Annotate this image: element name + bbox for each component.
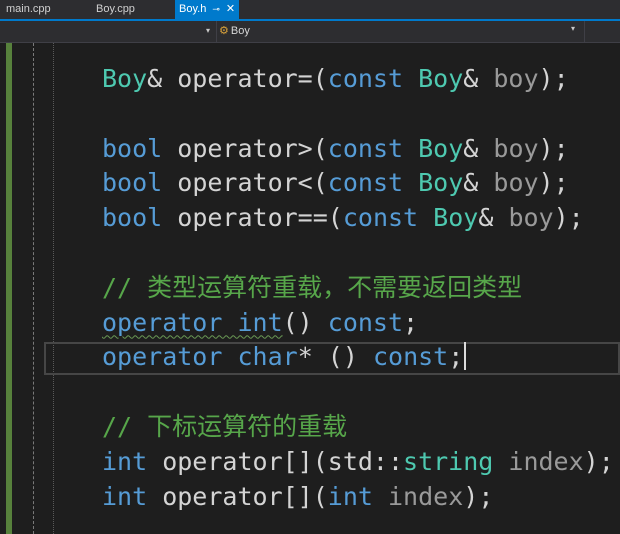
code-token: & <box>478 203 509 233</box>
code-token: int <box>327 481 373 511</box>
chevron-down-icon[interactable]: ▾ <box>571 24 575 33</box>
text-caret <box>464 342 467 371</box>
outlining-margin <box>33 43 34 534</box>
code-token: () <box>282 307 328 337</box>
code-token: ); <box>538 64 569 93</box>
code-line[interactable]: // 下标运算符的重载 <box>102 410 614 445</box>
code-token: bool <box>102 168 163 198</box>
code-token: Boy <box>433 203 479 233</box>
code-token: Boy <box>418 133 464 163</box>
code-line[interactable]: operator char* () const; <box>102 340 614 375</box>
code-token: operator<( <box>162 168 328 198</box>
tab-main-cpp[interactable]: main.cpp <box>6 0 51 19</box>
tab-label: Boy.cpp <box>96 3 135 15</box>
tab-label: Boy.h <box>179 3 207 15</box>
indent-guide <box>53 43 54 534</box>
class-icon: ⚙ <box>219 25 229 37</box>
code-token: const <box>342 203 419 233</box>
code-line[interactable] <box>102 236 614 271</box>
project-dropdown[interactable]: ▾ <box>0 23 214 40</box>
code-token: // 类型运算符重载，不需要返回类型 <box>102 272 523 302</box>
code-token: const <box>327 133 404 163</box>
scope-label: Boy <box>230 25 250 37</box>
code-line[interactable]: bool operator>(const Boy& boy); <box>102 132 614 167</box>
tab-boy-cpp[interactable]: Boy.cpp <box>96 0 135 19</box>
code-token: operator[](std:: <box>147 446 404 476</box>
code-line[interactable]: Boy& operator=(const Boy& boy); <box>102 62 614 97</box>
code-token: operator==( <box>162 203 343 233</box>
code-token: ); <box>463 481 494 511</box>
code-token: const <box>327 168 404 198</box>
code-token: ); <box>553 203 584 233</box>
code-token: operator>( <box>162 133 328 163</box>
code-token: int <box>102 481 148 511</box>
code-token: operator int <box>102 307 283 337</box>
chevron-down-icon: ▾ <box>206 26 211 35</box>
code-token: ; <box>448 342 464 372</box>
code-editor[interactable]: Boy& operator=(const Boy& boy); bool oper… <box>102 62 614 514</box>
code-token: string <box>403 446 494 476</box>
code-token: const <box>372 342 449 372</box>
code-line[interactable] <box>102 97 614 132</box>
code-token: * () <box>297 342 373 372</box>
code-line[interactable]: bool operator<(const Boy& boy); <box>102 166 614 201</box>
code-token: const <box>327 307 404 337</box>
code-token: operator <box>102 342 223 372</box>
code-token: // 下标运算符的重载 <box>102 411 348 441</box>
code-token: index <box>508 446 584 476</box>
code-token: ); <box>538 133 569 163</box>
code-token: Boy <box>418 64 464 93</box>
divider <box>584 21 585 42</box>
code-token: bool <box>102 203 163 233</box>
code-token: index <box>388 481 464 511</box>
code-line[interactable]: operator int() const; <box>102 306 614 341</box>
code-token: const <box>327 64 404 93</box>
code-line[interactable]: int operator[](std::string index); <box>102 445 614 480</box>
code-token: Boy <box>418 168 464 198</box>
code-line[interactable]: bool operator==(const Boy& boy); <box>102 201 614 236</box>
change-tracking-bar <box>6 43 12 534</box>
code-token: & <box>463 168 494 198</box>
code-line[interactable]: // 类型运算符重载，不需要返回类型 <box>102 271 614 306</box>
code-token: & <box>463 133 494 163</box>
code-token: ); <box>583 446 614 476</box>
code-token: boy <box>493 64 539 93</box>
code-token: Boy <box>102 64 148 93</box>
pin-icon[interactable]: ⊸ <box>212 4 220 14</box>
tab-boy-h[interactable]: Boy.h ⊸ ✕ <box>175 0 240 19</box>
code-token: ; <box>403 307 419 337</box>
code-token: ); <box>538 168 569 198</box>
scope-dropdown[interactable]: ⚙ Boy <box>219 23 250 40</box>
code-token: operator[]( <box>147 481 328 511</box>
code-line[interactable] <box>102 375 614 410</box>
close-icon[interactable]: ✕ <box>226 3 235 15</box>
navigation-bar: ▾ ⚙ Boy ▾ <box>0 21 620 43</box>
code-line[interactable]: int operator[](int index); <box>102 480 614 515</box>
code-token: & operator=( <box>147 64 328 93</box>
code-token: boy <box>493 133 539 163</box>
code-token: boy <box>493 168 539 198</box>
divider <box>216 21 217 42</box>
tab-label: main.cpp <box>6 3 51 15</box>
document-tab-bar: main.cpp Boy.cpp Boy.h ⊸ ✕ <box>0 0 620 21</box>
code-token: boy <box>508 203 554 233</box>
code-token: bool <box>102 133 163 163</box>
code-token: & <box>463 64 494 93</box>
code-token: int <box>102 446 148 476</box>
code-token: char <box>237 342 298 372</box>
